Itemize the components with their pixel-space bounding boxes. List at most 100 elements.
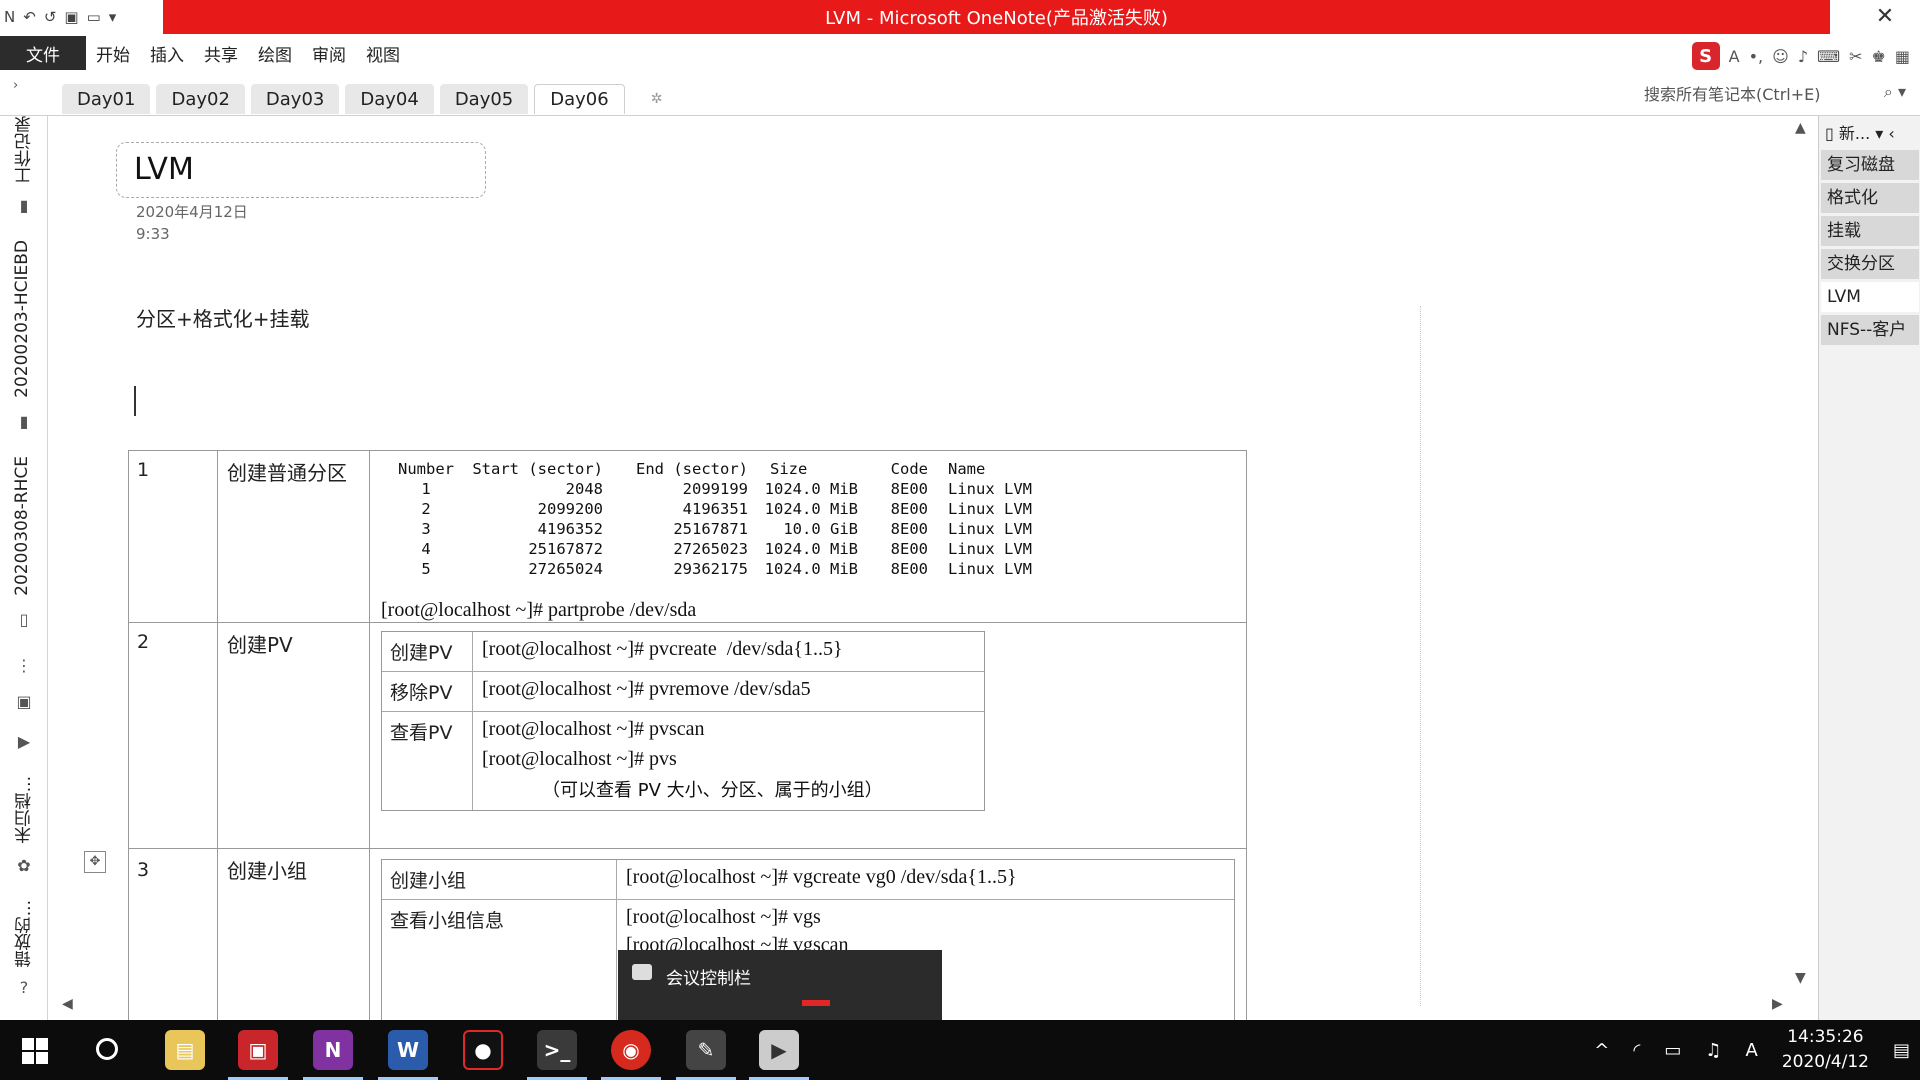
cell: 1024.0 MiB [764, 540, 858, 558]
expand-arrow-icon[interactable]: ▶ [14, 732, 34, 752]
video-meeting-icon[interactable]: ▶ [749, 1030, 809, 1080]
header-end: End (sector) [636, 460, 748, 478]
section-tab-day02[interactable]: Day02 [156, 84, 245, 114]
cell: 1 [421, 480, 431, 498]
search-icon[interactable]: ⌕ ▾ [1884, 82, 1906, 102]
page-item-review-disk[interactable]: 复习磁盘 [1821, 150, 1919, 180]
page-item-lvm[interactable]: LVM [1821, 282, 1919, 312]
header-code: Code [890, 460, 928, 478]
skin-icon[interactable]: ♚ [1872, 47, 1886, 66]
scroll-left-icon[interactable]: ◀ [62, 996, 73, 1012]
tab-view[interactable]: 视图 [366, 41, 400, 66]
search-input[interactable]: 搜索所有笔记本(Ctrl+E) [1640, 78, 1890, 108]
new-page-label: 新... [1838, 124, 1871, 143]
word-icon[interactable]: W [378, 1030, 438, 1080]
page-item-swap[interactable]: 交换分区 [1821, 249, 1919, 279]
partition-row: 4 25167872 27265023 1024.0 MiB 8E00 Linu… [385, 539, 1052, 559]
show-hidden-icons-icon[interactable]: ^ [1594, 1040, 1609, 1061]
section-tab-day04[interactable]: Day04 [345, 84, 434, 114]
pv-remove-command: [root@localhost ~]# pvremove /dev/sda5 [482, 678, 811, 700]
undo-icon[interactable]: ↺ [44, 8, 57, 26]
new-page-button[interactable]: ▯ 新... ▾ ‹ [1825, 120, 1895, 144]
ime-indicator[interactable]: A [1745, 1040, 1757, 1061]
cell: 27265024 [528, 560, 603, 578]
help-icon[interactable]: ? [14, 978, 34, 998]
dock-icon[interactable]: ▣ [64, 8, 78, 26]
partition-row: 5 27265024 29362175 1024.0 MiB 8E00 Linu… [385, 559, 1052, 579]
back-icon[interactable]: ↶ [23, 8, 36, 26]
row-number: 1 [137, 459, 150, 481]
scroll-right-icon[interactable]: ▶ [1772, 996, 1783, 1012]
onenote-icon[interactable]: N [303, 1030, 363, 1080]
browser-icon[interactable]: ◉ [601, 1030, 661, 1080]
notification-icon[interactable]: ▤ [1893, 1040, 1910, 1061]
battery-icon[interactable]: ▭ [1664, 1040, 1681, 1061]
partprobe-command: [root@localhost ~]# partprobe /dev/sda [381, 599, 697, 621]
page-title[interactable]: LVM [134, 152, 194, 187]
keyboard-icon[interactable]: ⌨ [1817, 47, 1840, 66]
section-tab-day01[interactable]: Day01 [62, 84, 151, 114]
tab-review[interactable]: 审阅 [312, 41, 346, 66]
terminal-icon[interactable]: >_ [527, 1030, 587, 1080]
section-tab-day03[interactable]: Day03 [250, 84, 340, 114]
table-move-handle-icon[interactable]: ✥ [84, 851, 106, 873]
tab-home[interactable]: 开始 [96, 41, 130, 66]
tab-share[interactable]: 共享 [204, 41, 238, 66]
page-list: ▲ ▼ ▯ 新... ▾ ‹ 复习磁盘 格式化 挂载 交换分区 LVM NFS-… [1795, 116, 1920, 1020]
page-item-format[interactable]: 格式化 [1821, 183, 1919, 213]
tools-icon[interactable]: ✂ [1849, 47, 1862, 66]
search-circle-icon[interactable] [96, 1038, 118, 1060]
customize-qat-icon[interactable]: ▾ [109, 8, 117, 26]
section-tab-day05[interactable]: Day05 [439, 84, 529, 114]
cell: 1024.0 MiB [764, 480, 858, 498]
paint-icon[interactable]: ✎ [676, 1030, 736, 1080]
cell: 10.0 GiB [783, 520, 858, 538]
note-subheading[interactable]: 分区+格式化+挂载 [136, 303, 310, 332]
grid-icon[interactable]: ▦ [1895, 47, 1910, 66]
file-explorer-icon[interactable]: ▤ [165, 1030, 205, 1070]
scroll-down-icon[interactable]: ▼ [1795, 970, 1806, 986]
volume-icon[interactable]: ♫ [1705, 1040, 1721, 1061]
notebook-unfiled[interactable]: 未归档... [12, 776, 37, 843]
pv-create-label: 创建PV [390, 642, 453, 664]
punctuation-icon[interactable]: •, [1749, 47, 1764, 66]
sogou-ime-icon[interactable]: S [1691, 42, 1720, 70]
wifi-icon[interactable]: ◜ [1633, 1040, 1640, 1061]
file-tab[interactable]: 文件 [0, 36, 86, 70]
page-item-mount[interactable]: 挂载 [1821, 216, 1919, 246]
windows-start-icon[interactable] [22, 1038, 48, 1064]
expand-navigation-icon[interactable]: › [13, 78, 18, 93]
cell: 27265023 [673, 540, 748, 558]
section-tab-day06[interactable]: Day06 [534, 84, 625, 114]
close-button[interactable]: ✕ [1870, 4, 1900, 30]
qq-icon[interactable]: ● [463, 1030, 503, 1070]
page-canvas[interactable]: LVM 2020年4月12日 9:33 分区+格式化+挂载 ✥ 1 创建普通分区… [48, 116, 1818, 1020]
vg-create-label: 创建小组 [390, 870, 467, 892]
header-start: Start (sector) [472, 460, 603, 478]
notebook-hciebd[interactable]: 20200203-HCIEBD [12, 240, 32, 398]
section-tab-bar: › Day01 Day02 Day03 Day04 Day05 Day06 ✲ … [0, 72, 1920, 116]
column-divider [369, 849, 370, 1020]
clock[interactable]: 14:35:26 2020/4/12 [1782, 1025, 1869, 1075]
cell: 8E00 [890, 560, 928, 578]
tab-insert[interactable]: 插入 [150, 41, 184, 66]
notebook-misplaced[interactable]: 错放的... [12, 900, 37, 967]
microphone-icon[interactable]: ♪ [1798, 47, 1808, 66]
cell: 25167871 [673, 520, 748, 538]
add-section-icon[interactable]: ✲ [651, 91, 663, 107]
pv-view-note: （可以查看 PV 大小、分区、属于的小组） [542, 780, 883, 801]
more-icon[interactable]: ⋮ [14, 656, 34, 676]
cell: 4196351 [682, 500, 748, 518]
notebook-work-log[interactable]: 工作记录 [12, 116, 37, 184]
page-item-nfs-client[interactable]: NFS--客户 [1821, 315, 1919, 345]
scroll-up-icon[interactable]: ▲ [1795, 120, 1806, 136]
tab-draw[interactable]: 绘图 [258, 41, 292, 66]
page-icon[interactable]: ▭ [87, 8, 101, 26]
meeting-control-bar[interactable]: 会议控制栏 [618, 950, 942, 1020]
cell: 25167872 [528, 540, 603, 558]
notebook-rhce[interactable]: 20200308-RHCE [12, 456, 32, 596]
emoji-icon[interactable]: ☺ [1772, 47, 1789, 66]
font-icon[interactable]: A [1729, 47, 1740, 66]
partition-row: 3 4196352 25167871 10.0 GiB 8E00 Linux L… [385, 519, 1052, 539]
screen-capture-icon[interactable]: ▣ [228, 1030, 288, 1080]
